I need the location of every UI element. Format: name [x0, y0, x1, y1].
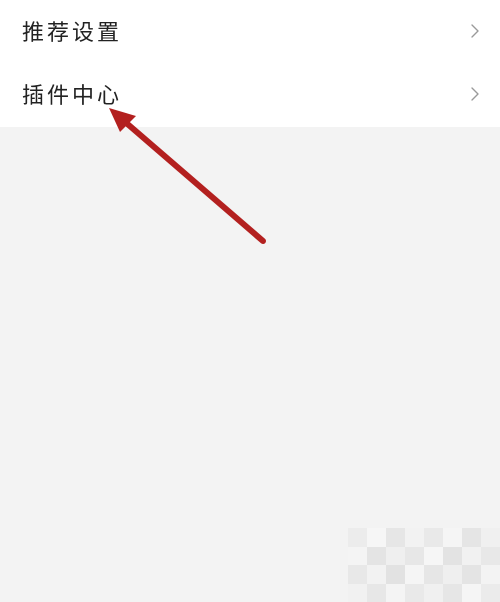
- watermark: [348, 528, 500, 602]
- chevron-right-icon: [471, 86, 479, 101]
- menu-item-recommend-settings[interactable]: 推荐设置: [0, 0, 500, 62]
- menu-item-label: 推荐设置: [22, 21, 123, 46]
- arrow-shaft: [121, 118, 266, 244]
- chevron-right-icon: [471, 24, 479, 38]
- menu-item-plugin-center[interactable]: 插件中心: [0, 62, 500, 125]
- menu-item-label: 插件中心: [22, 83, 123, 109]
- settings-menu: 推荐设置 插件中心: [0, 0, 500, 127]
